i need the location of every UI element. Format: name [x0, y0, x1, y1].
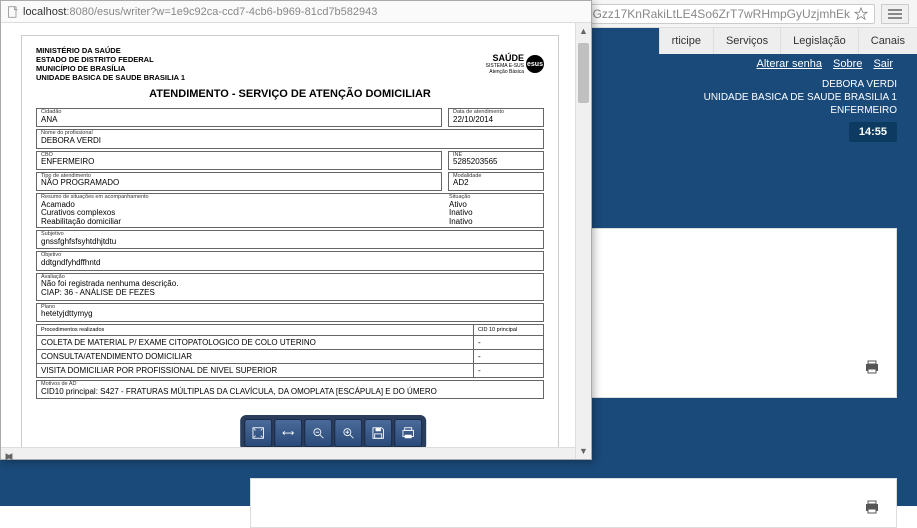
field-cidadao: Cidadão ANA: [36, 108, 442, 127]
field-objetivo: Objetivo ddtgndfyhdffhntd: [36, 251, 544, 270]
scroll-right-button[interactable]: ▶: [1, 448, 17, 464]
header-sublinks: Alterar senha Sobre Sair: [753, 58, 897, 70]
nav-item-canais[interactable]: Canais: [858, 28, 917, 54]
field-value: DEBORA VERDI: [41, 137, 539, 146]
print-icon[interactable]: [864, 499, 880, 520]
field-tipo-atendimento: Tipo de atendimento NÃO PROGRAMADO: [36, 172, 442, 191]
org-line-3: MUNICÍPIO DE BRASÍLIA: [36, 64, 185, 73]
field-value: 22/10/2014: [453, 116, 539, 125]
field-value: ENFERMEIRO: [41, 158, 437, 167]
field-value-ciap: CIAP: 36 - ANÁLISE DE FEZES: [41, 289, 539, 298]
field-situacoes: Resumo de situações em acompanhamento Si…: [36, 193, 544, 228]
table-row: COLETA DE MATERIAL P/ EXAME CITOPATOLOGI…: [37, 336, 543, 350]
zoom-in-button[interactable]: [334, 419, 362, 447]
table-header-procedimentos: Procedimentos realizados: [37, 325, 473, 335]
table-row: CONSULTA/ATENDIMENTO DOMICILIAR -: [37, 350, 543, 364]
field-motivos-ad: Motivos de AD CID10 principal: S427 - FR…: [36, 380, 544, 399]
document-logo: SAÚDE SISTEMA E-SUS Atenção Básica esus: [486, 46, 544, 82]
org-line-4: UNIDADE BASICA DE SAUDE BRASILIA 1: [36, 73, 185, 82]
proc-nome: VISITA DOMICILIAR POR PROFISSIONAL DE NI…: [37, 364, 473, 377]
zoom-out-button[interactable]: [304, 419, 332, 447]
logo-subtext-2: Atenção Básica: [486, 69, 524, 75]
proc-cid: -: [473, 364, 543, 377]
field-avaliacao: Avaliação Não foi registrada nenhuma des…: [36, 273, 544, 301]
popup-address-bar[interactable]: localhost:8080/esus/writer?w=1e9c92ca-cc…: [1, 1, 591, 23]
field-data-atendimento: Data de atendimento 22/10/2014: [448, 108, 544, 127]
fit-width-button[interactable]: [274, 419, 302, 447]
table-procedimentos: Procedimentos realizados CID 10 principa…: [36, 324, 544, 378]
field-value: gnssfghfsfsyhtdhjtdtu: [41, 238, 539, 247]
document-page: MINISTÉRIO DA SAÚDE ESTADO DE DISTRITO F…: [21, 35, 559, 449]
field-value: AD2: [453, 179, 539, 188]
popup-url-host: localhost: [23, 6, 66, 18]
horizontal-scrollbar[interactable]: ◀ ▶: [1, 447, 575, 459]
field-subjetivo: Subjetivo gnssfghfsfsyhtdhjtdtu: [36, 230, 544, 249]
proc-nome: CONSULTA/ATENDIMENTO DOMICILIAR: [37, 350, 473, 363]
link-sobre[interactable]: Sobre: [833, 58, 862, 70]
field-value: ddtgndfyhdffhntd: [41, 259, 539, 268]
proc-cid: -: [473, 350, 543, 363]
vertical-scrollbar[interactable]: ▲ ▼: [575, 23, 591, 459]
print-icon[interactable]: [864, 359, 880, 380]
user-info: DEBORA VERDI UNIDADE BASICA DE SAUDE BRA…: [704, 78, 897, 117]
field-value: ANA: [41, 116, 437, 125]
field-modalidade: Modalidade AD2: [448, 172, 544, 191]
table-header-cid10: CID 10 principal: [473, 325, 543, 335]
clock-badge: 14:55: [849, 122, 897, 142]
proc-cid: -: [473, 336, 543, 349]
fit-page-button[interactable]: [244, 419, 272, 447]
link-alterar-senha[interactable]: Alterar senha: [757, 58, 822, 70]
background-panel-2: [250, 478, 897, 528]
field-plano: Plano hetetyjdttymyg: [36, 303, 544, 322]
org-line-2: ESTADO DE DISTRITO FEDERAL: [36, 55, 185, 64]
document-header-org: MINISTÉRIO DA SAÚDE ESTADO DE DISTRITO F…: [36, 46, 185, 82]
popup-window: localhost:8080/esus/writer?w=1e9c92ca-cc…: [0, 0, 592, 460]
scroll-down-button[interactable]: ▼: [576, 443, 591, 459]
scrollbar-thumb[interactable]: [578, 43, 589, 103]
save-button[interactable]: [364, 419, 392, 447]
nav-item-participe[interactable]: rticipe: [659, 28, 713, 54]
user-name: DEBORA VERDI: [704, 78, 897, 91]
field-cbo: CBO ENFERMEIRO: [36, 151, 442, 170]
field-value: CID10 principal: S427 - FRATURAS MÚLTIPL…: [41, 388, 539, 397]
user-cbo: ENFERMEIRO: [704, 104, 897, 117]
link-sair[interactable]: Sair: [873, 58, 893, 70]
browser-menu-button[interactable]: [881, 4, 909, 24]
print-button[interactable]: [394, 419, 422, 447]
org-line-1: MINISTÉRIO DA SAÚDE: [36, 46, 185, 55]
proc-nome: COLETA DE MATERIAL P/ EXAME CITOPATOLOGI…: [37, 336, 473, 349]
document-title: ATENDIMENTO - SERVIÇO DE ATENÇÃO DOMICIL…: [36, 88, 544, 100]
field-ine: INE 5285203565: [448, 151, 544, 170]
pdf-toolbar: [240, 415, 426, 451]
nav-item-legislacao[interactable]: Legislação: [780, 28, 858, 54]
popup-url-path: :8080/esus/writer?w=1e9c92ca-ccd7-4cb6-b…: [66, 6, 377, 18]
page-icon: [7, 6, 19, 18]
user-unidade: UNIDADE BASICA DE SAUDE BRASILIA 1: [704, 91, 897, 104]
popup-content: MINISTÉRIO DA SAÚDE ESTADO DE DISTRITO F…: [1, 23, 591, 459]
bookmark-star-icon[interactable]: [854, 7, 868, 21]
scroll-up-button[interactable]: ▲: [576, 23, 591, 39]
situacao-status: Inativo: [449, 218, 539, 227]
table-row: VISITA DOMICILIAR POR PROFISSIONAL DE NI…: [37, 364, 543, 378]
logo-badge-icon: esus: [526, 55, 544, 73]
field-value: hetetyjdttymyg: [41, 310, 539, 319]
field-nome-profissional: Nome do profissional DEBORA VERDI: [36, 129, 544, 148]
logo-text: SAÚDE: [486, 53, 524, 63]
document-header: MINISTÉRIO DA SAÚDE ESTADO DE DISTRITO F…: [36, 46, 544, 82]
field-value: NÃO PROGRAMADO: [41, 179, 437, 188]
situacao-nome: Reabilitação domiciliar: [41, 218, 449, 227]
nav-item-servicos[interactable]: Serviços: [713, 28, 780, 54]
field-value: 5285203565: [453, 158, 539, 167]
top-nav: rticipe Serviços Legislação Canais: [659, 28, 917, 54]
